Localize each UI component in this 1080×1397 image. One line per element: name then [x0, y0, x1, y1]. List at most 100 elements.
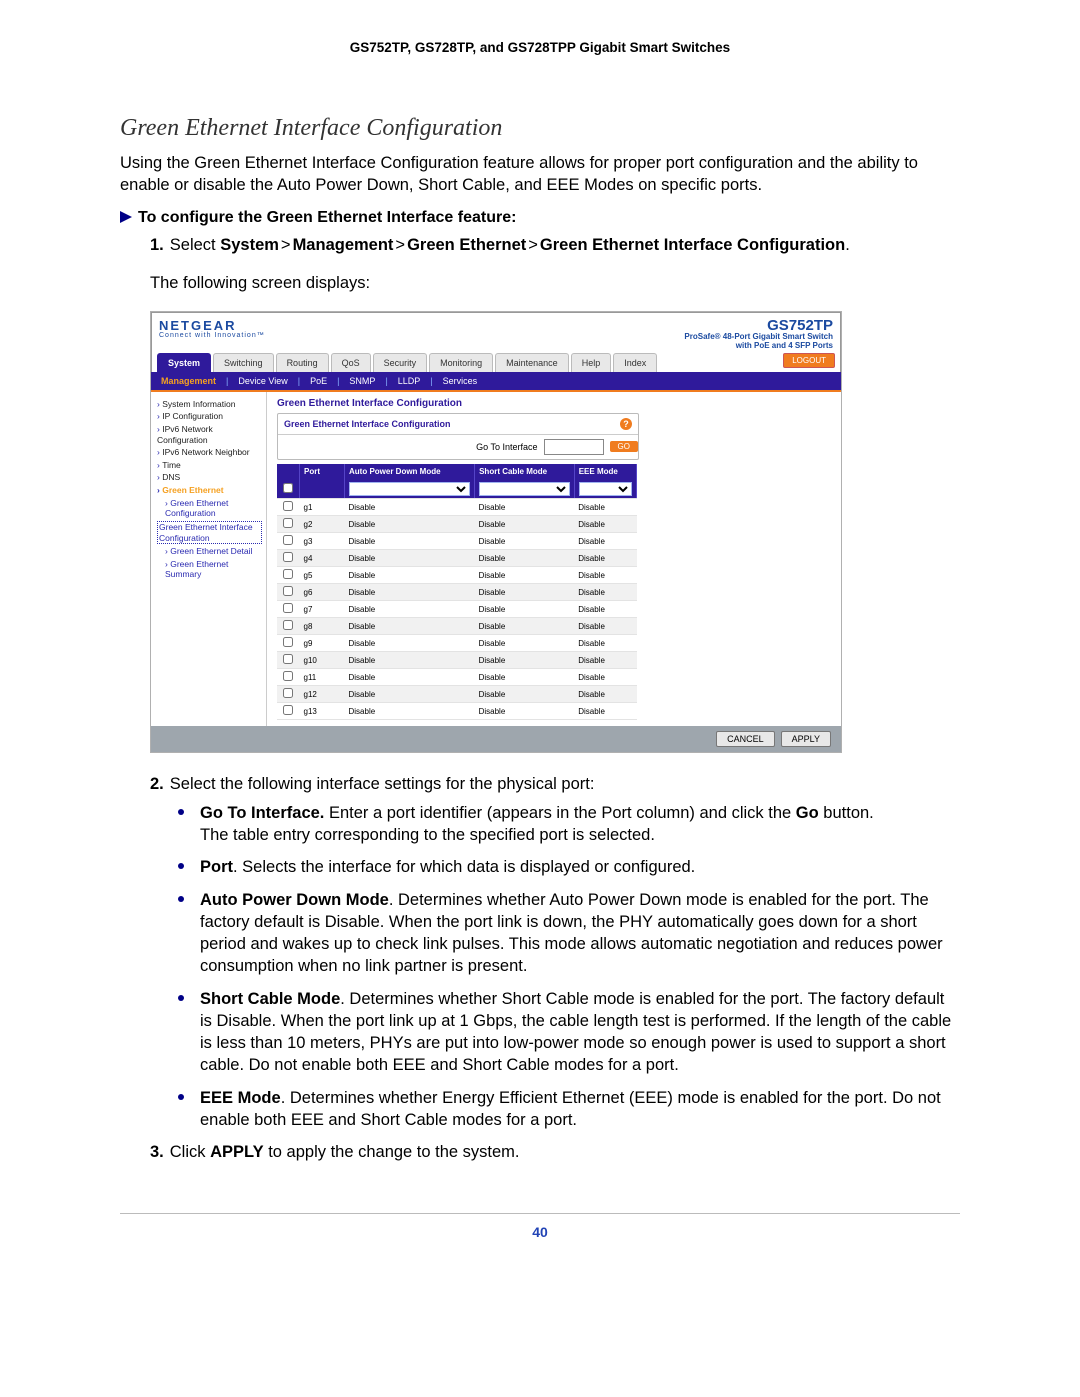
- row-checkbox[interactable]: [283, 518, 293, 528]
- table-row[interactable]: g7DisableDisableDisable: [277, 601, 637, 618]
- column-filter[interactable]: [579, 482, 632, 496]
- model-name: GS752TP: [684, 318, 833, 333]
- step-1: 1.Select System > Management > Green Eth…: [150, 234, 960, 256]
- subtab-management[interactable]: Management: [161, 376, 216, 386]
- procedure-title: To configure the Green Ethernet Interfac…: [138, 209, 516, 226]
- tab-maintenance[interactable]: Maintenance: [495, 353, 569, 372]
- sidebar: System InformationIP ConfigurationIPv6 N…: [151, 392, 267, 727]
- sidebar-item[interactable]: IP Configuration: [157, 410, 262, 423]
- model-block: GS752TP ProSafe® 48-Port Gigabit Smart S…: [684, 318, 833, 351]
- sidebar-item[interactable]: Green Ethernet Interface Configuration: [157, 521, 262, 544]
- primary-nav: SystemSwitchingRoutingQoSSecurityMonitor…: [151, 353, 841, 372]
- row-checkbox[interactable]: [283, 705, 293, 715]
- table-row[interactable]: g4DisableDisableDisable: [277, 550, 637, 567]
- subtab-lldp[interactable]: LLDP: [398, 376, 421, 386]
- table-row[interactable]: g2DisableDisableDisable: [277, 516, 637, 533]
- main-panel: Green Ethernet Interface Configuration G…: [267, 392, 841, 727]
- netgear-logo: NETGEAR: [159, 318, 265, 333]
- sidebar-item[interactable]: System Information: [157, 398, 262, 411]
- sidebar-item[interactable]: Green Ethernet: [157, 484, 262, 497]
- table-row[interactable]: g9DisableDisableDisable: [277, 635, 637, 652]
- bullet-goto-line2: The table entry corresponding to the spe…: [200, 824, 960, 846]
- goto-label: Go To Interface: [476, 442, 537, 452]
- model-sub2: with PoE and 4 SFP Ports: [684, 342, 833, 351]
- column-filter[interactable]: [349, 482, 470, 496]
- step-2: 2.Select the following interface setting…: [150, 773, 960, 795]
- bullet-goto: Go To Interface. Enter a port identifier…: [178, 802, 960, 847]
- table-row[interactable]: g10DisableDisableDisable: [277, 652, 637, 669]
- page-title: Green Ethernet Interface Configuration: [277, 398, 833, 409]
- row-checkbox[interactable]: [283, 603, 293, 613]
- bullet-apd: Auto Power Down Mode. Determines whether…: [178, 889, 960, 978]
- sidebar-item[interactable]: Green Ethernet Detail: [157, 545, 262, 558]
- row-checkbox[interactable]: [283, 654, 293, 664]
- tab-index[interactable]: Index: [613, 353, 657, 372]
- subtab-services[interactable]: Services: [443, 376, 478, 386]
- doc-header: GS752TP, GS728TP, and GS728TPP Gigabit S…: [120, 40, 960, 55]
- procedure-heading: To configure the Green Ethernet Interfac…: [120, 209, 960, 228]
- goto-input[interactable]: [544, 439, 604, 455]
- row-checkbox[interactable]: [283, 671, 293, 681]
- screen-caption: The following screen displays:: [150, 272, 960, 294]
- table-row[interactable]: g8DisableDisableDisable: [277, 618, 637, 635]
- tab-help[interactable]: Help: [571, 353, 612, 372]
- screenshot-ui: NETGEAR Connect with Innovation™ GS752TP…: [150, 311, 842, 753]
- sidebar-item[interactable]: Green Ethernet Configuration: [157, 497, 262, 520]
- col-header: Port: [300, 464, 345, 481]
- row-checkbox[interactable]: [283, 569, 293, 579]
- brand-block: NETGEAR Connect with Innovation™: [159, 318, 265, 351]
- table-row[interactable]: g5DisableDisableDisable: [277, 567, 637, 584]
- sidebar-item[interactable]: IPv6 Network Neighbor: [157, 446, 262, 459]
- col-header: EEE Mode: [574, 464, 636, 481]
- sidebar-item[interactable]: IPv6 Network Configuration: [157, 423, 262, 446]
- go-button[interactable]: GO: [610, 441, 638, 452]
- section-title: Green Ethernet Interface Configuration: [120, 115, 960, 142]
- bullet-eee: EEE Mode. Determines whether Energy Effi…: [178, 1087, 960, 1132]
- row-checkbox[interactable]: [283, 552, 293, 562]
- apply-button[interactable]: APPLY: [781, 731, 831, 747]
- table-row[interactable]: g3DisableDisableDisable: [277, 533, 637, 550]
- goto-interface-row: Go To Interface GO: [476, 439, 638, 455]
- intro-text: Using the Green Ethernet Interface Confi…: [120, 152, 960, 197]
- help-icon[interactable]: ?: [620, 418, 632, 430]
- sidebar-item[interactable]: DNS: [157, 471, 262, 484]
- table-row[interactable]: g1DisableDisableDisable: [277, 499, 637, 516]
- subtab-snmp[interactable]: SNMP: [349, 376, 375, 386]
- table-row[interactable]: g6DisableDisableDisable: [277, 584, 637, 601]
- row-checkbox[interactable]: [283, 688, 293, 698]
- bullet-port: Port. Selects the interface for which da…: [178, 856, 960, 878]
- row-checkbox[interactable]: [283, 501, 293, 511]
- bullet-sc: Short Cable Mode. Determines whether Sho…: [178, 988, 960, 1077]
- row-checkbox[interactable]: [283, 637, 293, 647]
- sidebar-item[interactable]: Time: [157, 459, 262, 472]
- cancel-button[interactable]: CANCEL: [716, 731, 775, 747]
- table-row[interactable]: g13DisableDisableDisable: [277, 703, 637, 720]
- subtab-poe[interactable]: PoE: [310, 376, 327, 386]
- secondary-nav: Management|Device View|PoE|SNMP|LLDP|Ser…: [151, 372, 841, 390]
- sidebar-item[interactable]: Green Ethernet Summary: [157, 558, 262, 581]
- column-filter[interactable]: [479, 482, 570, 496]
- tab-system[interactable]: System: [157, 353, 211, 372]
- col-header: Auto Power Down Mode: [345, 464, 475, 481]
- brand-tagline: Connect with Innovation™: [159, 332, 265, 339]
- row-checkbox[interactable]: [283, 586, 293, 596]
- subtab-device-view[interactable]: Device View: [238, 376, 287, 386]
- table-row[interactable]: g11DisableDisableDisable: [277, 669, 637, 686]
- tab-routing[interactable]: Routing: [276, 353, 329, 372]
- tab-security[interactable]: Security: [373, 353, 428, 372]
- arrow-icon: [120, 210, 132, 228]
- select-all-checkbox[interactable]: [283, 483, 293, 493]
- panel-subtitle: Green Ethernet Interface Configuration: [284, 419, 451, 429]
- row-checkbox[interactable]: [283, 535, 293, 545]
- table-row[interactable]: g12DisableDisableDisable: [277, 686, 637, 703]
- col-header: [277, 464, 300, 481]
- tab-switching[interactable]: Switching: [213, 353, 274, 372]
- step-3: 3.Click APPLY to apply the change to the…: [150, 1141, 960, 1163]
- page-number: 40: [120, 1224, 960, 1240]
- tab-qos[interactable]: QoS: [331, 353, 371, 372]
- logout-button[interactable]: LOGOUT: [783, 353, 835, 368]
- tab-monitoring[interactable]: Monitoring: [429, 353, 493, 372]
- row-checkbox[interactable]: [283, 620, 293, 630]
- col-header: Short Cable Mode: [475, 464, 575, 481]
- interface-table: PortAuto Power Down ModeShort Cable Mode…: [277, 464, 637, 721]
